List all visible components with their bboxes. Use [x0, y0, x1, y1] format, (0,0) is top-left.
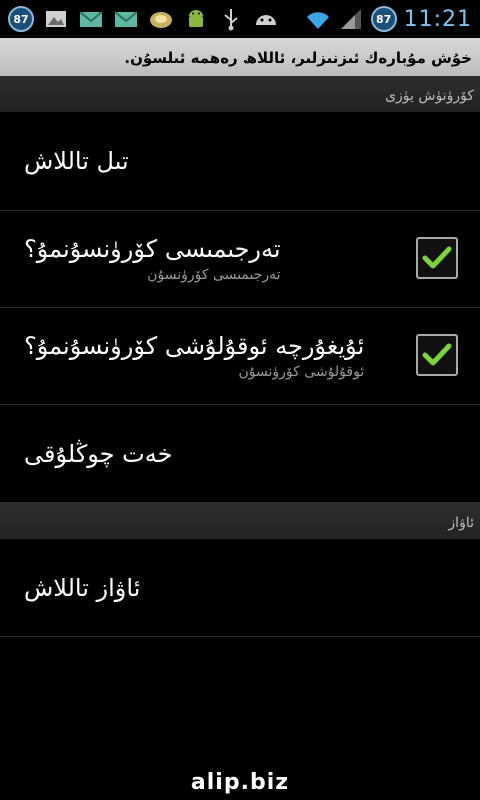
- gallery-icon: [46, 11, 66, 27]
- android-icon: [189, 10, 203, 27]
- section-header-display: كۆرۈنۈش يۈزى: [0, 76, 480, 112]
- checkmark-icon: [422, 246, 452, 269]
- setting-language[interactable]: تىل تاللاش: [0, 112, 480, 211]
- android-head-icon: [256, 15, 276, 25]
- reading-checkbox[interactable]: [416, 334, 458, 376]
- setting-summary: تەرجىمىسى كۆرۈنسۇن: [147, 267, 281, 283]
- usb-icon: [224, 9, 238, 31]
- app-icon: [150, 12, 172, 28]
- setting-audio[interactable]: ئاۋاز تاللاش: [0, 539, 480, 637]
- wifi-icon: [306, 12, 329, 29]
- setting-font-size[interactable]: خەت چوڭلۇقى: [0, 405, 480, 503]
- signal-icon: [340, 9, 361, 29]
- setting-show-reading[interactable]: ئۇيغۇرچە ئوقۇلۇشى كۆرۈنسۇنمۇ؟ ئوقۇلۇشى ك…: [0, 308, 480, 405]
- status-bar: 87 87 11:21: [0, 0, 480, 38]
- setting-show-translation[interactable]: تەرجىمىسى كۆرۈنسۇنمۇ؟ تەرجىمىسى كۆرۈنسۇن: [0, 211, 480, 308]
- battery-badge-icon: 87: [8, 6, 34, 32]
- setting-title: ئاۋاز تاللاش: [24, 573, 141, 602]
- email-icon: [79, 11, 103, 27]
- checkmark-icon: [422, 343, 452, 366]
- notification-icons[interactable]: 87: [0, 6, 279, 32]
- page-title: خۇش مۇبارەك ئىزنىزلىر، ئاللاھ رەھمە ئىلس…: [0, 38, 480, 76]
- battery-badge-icon-right: 87: [370, 6, 397, 32]
- translation-checkbox[interactable]: [416, 237, 458, 279]
- setting-summary: ئوقۇلۇشى كۆرۈنسۇن: [238, 364, 365, 380]
- setting-title: تەرجىمىسى كۆرۈنسۇنمۇ؟: [24, 235, 281, 263]
- email-icon-2: [114, 11, 138, 27]
- watermark: alip.biz: [190, 770, 290, 795]
- setting-title: خەت چوڭلۇقى: [24, 439, 173, 468]
- setting-title: ئۇيغۇرچە ئوقۇلۇشى كۆرۈنسۇنمۇ؟: [24, 332, 365, 360]
- setting-title: تىل تاللاش: [24, 147, 129, 175]
- clock: 11:21: [403, 6, 472, 32]
- system-status-icons: 87 11:21: [305, 0, 472, 38]
- section-header-audio: ئاۋاز: [0, 503, 480, 539]
